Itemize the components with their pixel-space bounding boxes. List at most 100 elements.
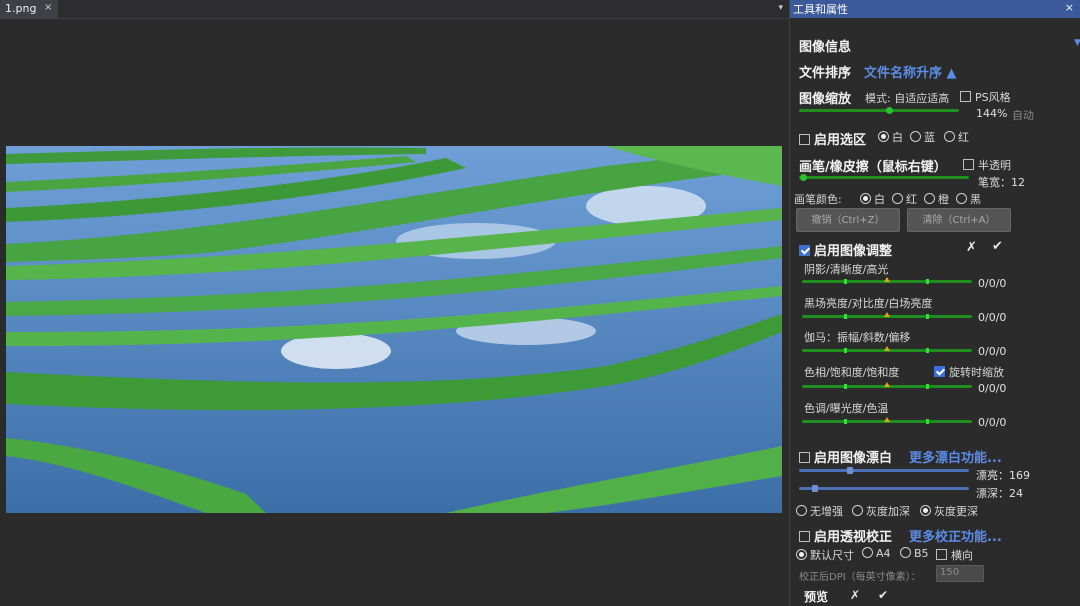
close-icon[interactable]: × bbox=[1065, 1, 1074, 14]
whiten-mode-none[interactable]: 无增强 bbox=[796, 503, 843, 519]
close-icon[interactable]: × bbox=[44, 2, 52, 13]
radio-icon bbox=[860, 193, 871, 204]
brush-color-white[interactable]: 白 bbox=[860, 191, 885, 207]
whiten-depth-thumb[interactable] bbox=[812, 485, 818, 492]
whiten-mode-gray-deeper[interactable]: 灰度更深 bbox=[920, 503, 978, 519]
selection-color-blue[interactable]: 蓝 bbox=[910, 129, 935, 145]
slider-handle-right[interactable] bbox=[926, 348, 929, 353]
adjust-slider[interactable] bbox=[802, 277, 972, 284]
chevron-down-icon[interactable]: ▼ bbox=[1074, 38, 1080, 48]
tools-panel: 工具和属性 × 图像信息 ▼ 文件排序 文件名称升序 ▲ 图像缩放 模式: 自适… bbox=[789, 0, 1080, 606]
adjust-slider[interactable] bbox=[802, 382, 972, 389]
zoom-label: 图像缩放 bbox=[799, 92, 852, 107]
slider-handle-right[interactable] bbox=[926, 279, 929, 284]
undo-button[interactable]: 撤销（Ctrl+Z） bbox=[796, 208, 900, 232]
document-tab-label: 1.png bbox=[5, 2, 37, 15]
confirm-icon[interactable]: ✔ bbox=[878, 588, 888, 602]
radio-icon bbox=[910, 131, 921, 142]
zoom-auto[interactable]: 自动 bbox=[1012, 107, 1034, 123]
whiten-intensity-value: 漂亮：169 bbox=[976, 469, 1030, 482]
selection-toggle[interactable]: 启用选区 bbox=[799, 129, 866, 148]
whiten-intensity-thumb[interactable] bbox=[847, 467, 853, 474]
slider-handle-mid[interactable] bbox=[884, 277, 890, 282]
slider-handle-left[interactable] bbox=[844, 384, 847, 389]
whiten-depth-slider[interactable] bbox=[799, 485, 969, 492]
selection-color-label: 红 bbox=[958, 131, 969, 144]
sort-label: 文件排序 bbox=[799, 66, 852, 81]
adjust-slider[interactable] bbox=[802, 312, 972, 319]
slider-handle-left[interactable] bbox=[844, 279, 847, 284]
radio-icon bbox=[862, 547, 873, 558]
preview-button[interactable]: 预览 bbox=[804, 588, 828, 605]
radio-icon bbox=[878, 131, 889, 142]
slider-handle-mid[interactable] bbox=[884, 382, 890, 387]
confirm-icon[interactable]: ✔ bbox=[992, 239, 1003, 254]
document-tab[interactable]: 1.png × bbox=[0, 0, 58, 19]
whiten-toggle[interactable]: 启用图像漂白 bbox=[799, 447, 892, 466]
image-info-heading[interactable]: 图像信息 bbox=[799, 36, 851, 55]
checkbox-icon bbox=[934, 366, 945, 377]
radio-icon bbox=[944, 131, 955, 142]
adjust-row-value: 0/0/0 bbox=[978, 311, 1007, 324]
slider-handle-left[interactable] bbox=[844, 419, 847, 424]
radio-icon bbox=[852, 505, 863, 516]
dpi-input[interactable]: 150 bbox=[936, 565, 984, 582]
brush-size-slider[interactable] bbox=[799, 174, 969, 181]
checkbox-icon bbox=[960, 91, 971, 102]
checkbox-icon bbox=[799, 245, 810, 256]
adjust-slider[interactable] bbox=[802, 417, 972, 424]
whiten-mode-gray-deepen[interactable]: 灰度加深 bbox=[852, 503, 910, 519]
slider-handle-right[interactable] bbox=[926, 384, 929, 389]
brush-color-option-label: 红 bbox=[906, 193, 917, 206]
zoom-slider[interactable] bbox=[799, 107, 959, 114]
whiten-more-link[interactable]: 更多漂白功能... bbox=[909, 447, 1002, 466]
adjust-slider[interactable] bbox=[802, 346, 972, 353]
sort-order-link[interactable]: 文件名称升序 ▲ bbox=[864, 62, 957, 81]
slider-handle-left[interactable] bbox=[844, 314, 847, 319]
perspective-more-link[interactable]: 更多校正功能... bbox=[909, 526, 1002, 545]
brush-size-thumb[interactable] bbox=[800, 174, 807, 181]
whiten-intensity-slider[interactable] bbox=[799, 467, 969, 474]
selection-color-label: 白 bbox=[892, 131, 903, 144]
brush-color-orange[interactable]: 橙 bbox=[924, 191, 949, 207]
brush-size-value: 笔宽：12 bbox=[978, 176, 1025, 189]
brush-color-black[interactable]: 黑 bbox=[956, 191, 981, 207]
cancel-icon[interactable]: ✗ bbox=[850, 588, 860, 602]
landscape-label: 横向 bbox=[951, 549, 973, 562]
selection-color-white[interactable]: 白 bbox=[878, 129, 903, 145]
adjust-row-label: 黑场亮度/对比度/白场亮度 bbox=[804, 297, 933, 310]
brush-heading: 画笔/橡皮擦（鼠标右键） bbox=[799, 160, 947, 175]
landscape-checkbox[interactable]: 横向 bbox=[936, 547, 973, 563]
semi-transparent-checkbox[interactable]: 半透明 bbox=[963, 157, 1011, 173]
zoom-slider-thumb[interactable] bbox=[886, 107, 893, 114]
slider-handle-mid[interactable] bbox=[884, 312, 890, 317]
perspective-toggle[interactable]: 启用透视校正 bbox=[799, 526, 892, 545]
brush-color-label: 画笔颜色: bbox=[794, 193, 842, 206]
adjust-row-value: 0/0/0 bbox=[978, 382, 1007, 395]
radio-icon bbox=[892, 193, 903, 204]
adjust-toggle[interactable]: 启用图像调整 bbox=[799, 240, 892, 259]
slider-handle-mid[interactable] bbox=[884, 346, 890, 351]
selection-color-red[interactable]: 红 bbox=[944, 129, 969, 145]
rotate-scale-checkbox[interactable]: 旋转时缩放 bbox=[934, 364, 1004, 380]
dpi-label: 校正后DPI（每英寸像素）： bbox=[799, 572, 921, 583]
image-view[interactable] bbox=[6, 146, 782, 513]
brush-color-red[interactable]: 红 bbox=[892, 191, 917, 207]
slider-handle-right[interactable] bbox=[926, 419, 929, 424]
size-default-radio[interactable]: 默认尺寸 bbox=[796, 547, 854, 563]
zoom-mode[interactable]: 模式: 自适应适高 bbox=[865, 90, 949, 106]
size-option-label: A4 bbox=[876, 547, 891, 560]
panel-title: 工具和属性 bbox=[793, 3, 848, 16]
chevron-down-icon[interactable]: ▾ bbox=[778, 3, 783, 13]
clear-button[interactable]: 清除（Ctrl+A） bbox=[907, 208, 1011, 232]
size-a4-radio[interactable]: A4 bbox=[862, 547, 891, 560]
slider-handle-left[interactable] bbox=[844, 348, 847, 353]
ps-style-checkbox[interactable]: PS风格 bbox=[960, 89, 1011, 105]
radio-icon bbox=[900, 547, 911, 558]
panel-header: 工具和属性 × bbox=[790, 0, 1080, 18]
canvas-area[interactable] bbox=[0, 20, 789, 606]
slider-handle-right[interactable] bbox=[926, 314, 929, 319]
slider-handle-mid[interactable] bbox=[884, 417, 890, 422]
size-b5-radio[interactable]: B5 bbox=[900, 547, 929, 560]
cancel-icon[interactable]: ✗ bbox=[966, 240, 977, 255]
